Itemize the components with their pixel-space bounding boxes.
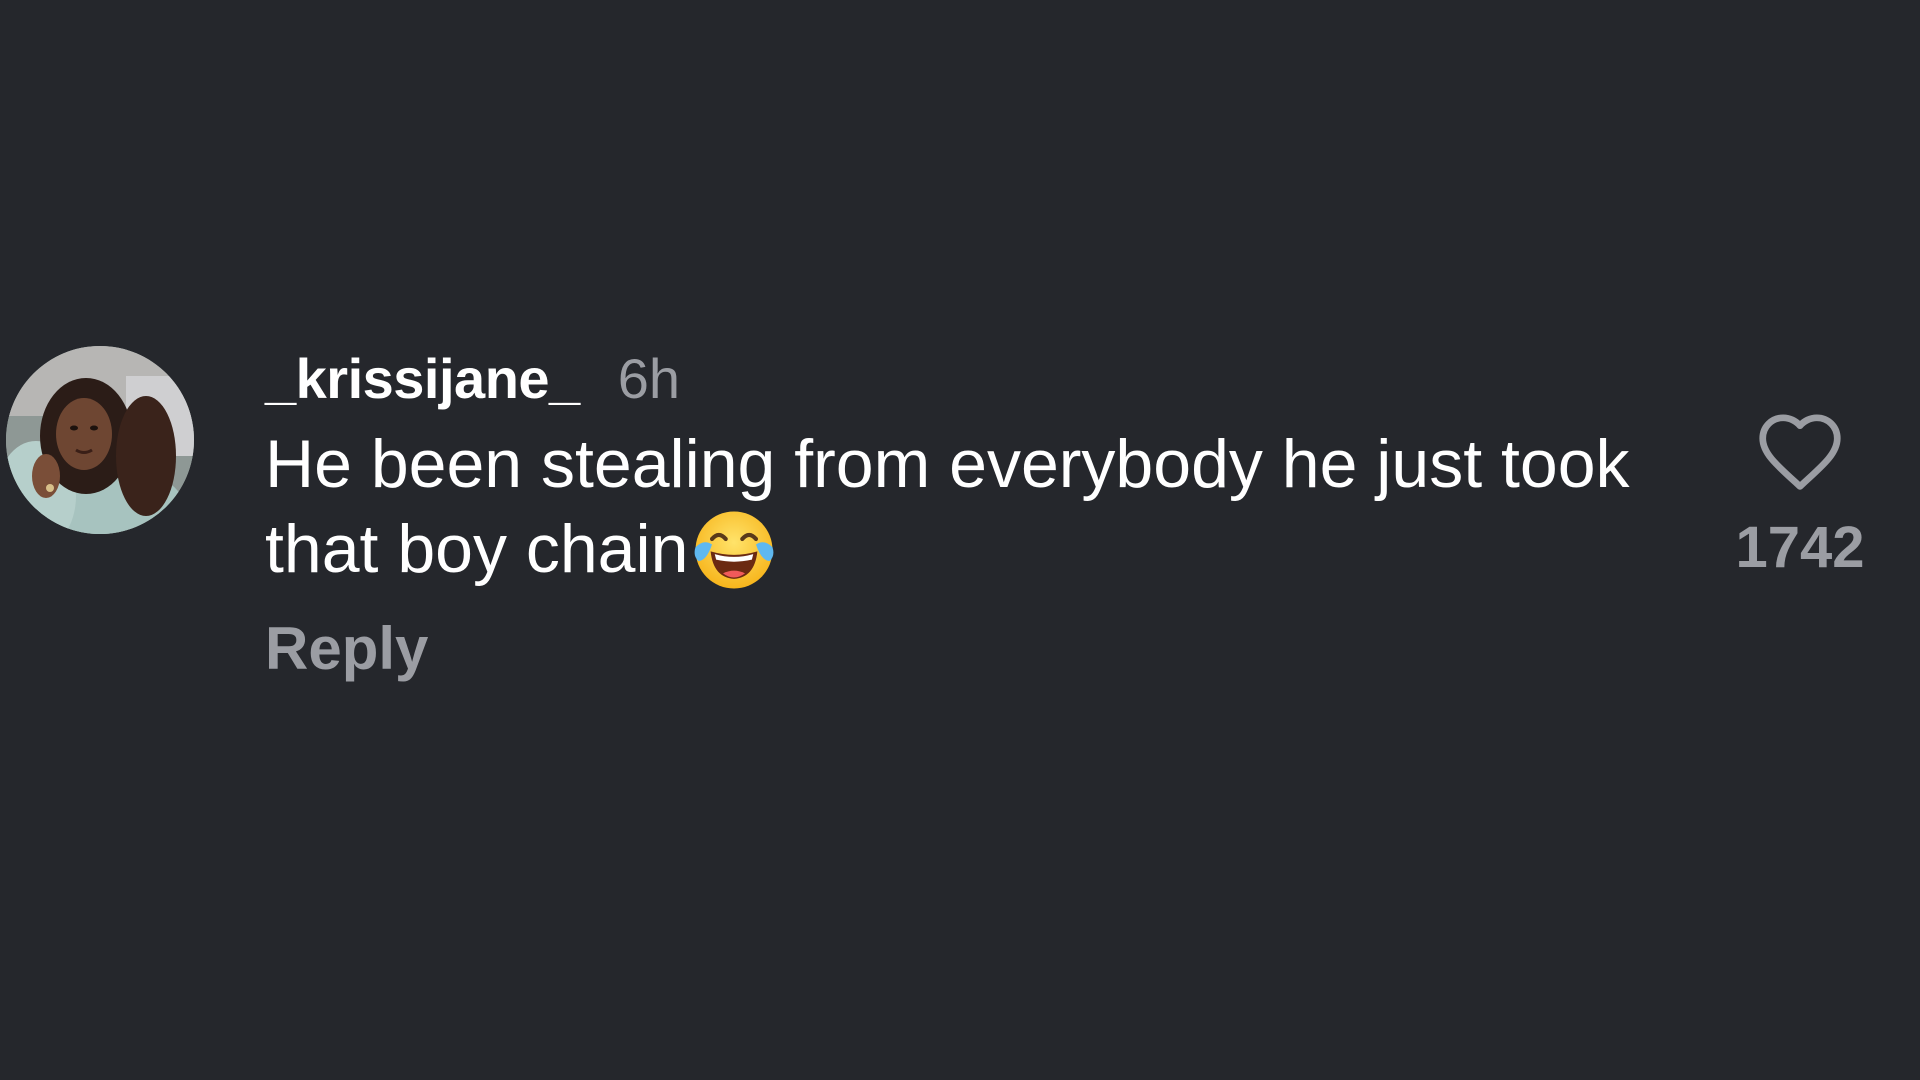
reply-button[interactable]: Reply <box>265 614 428 683</box>
avatar-image <box>6 346 194 534</box>
heart-outline-icon[interactable] <box>1755 410 1845 492</box>
comment-item: _krissijane_ 6h He been stealing from ev… <box>0 340 1920 720</box>
comment-meta: _krissijane_ 6h <box>265 340 1665 416</box>
like-area: 1742 <box>1730 410 1870 581</box>
comment-body: _krissijane_ 6h He been stealing from ev… <box>265 340 1665 683</box>
comment-text-content: He been stealing from everybody he just … <box>265 426 1630 587</box>
comment-username[interactable]: _krissijane_ <box>265 346 580 411</box>
face-with-tears-of-joy-icon <box>694 511 774 589</box>
comment-text: He been stealing from everybody he just … <box>265 422 1665 594</box>
like-count: 1742 <box>1735 515 1865 580</box>
comment-time: 6h <box>617 346 680 410</box>
comment-screen: _krissijane_ 6h He been stealing from ev… <box>0 0 1920 1080</box>
avatar[interactable] <box>6 346 194 534</box>
